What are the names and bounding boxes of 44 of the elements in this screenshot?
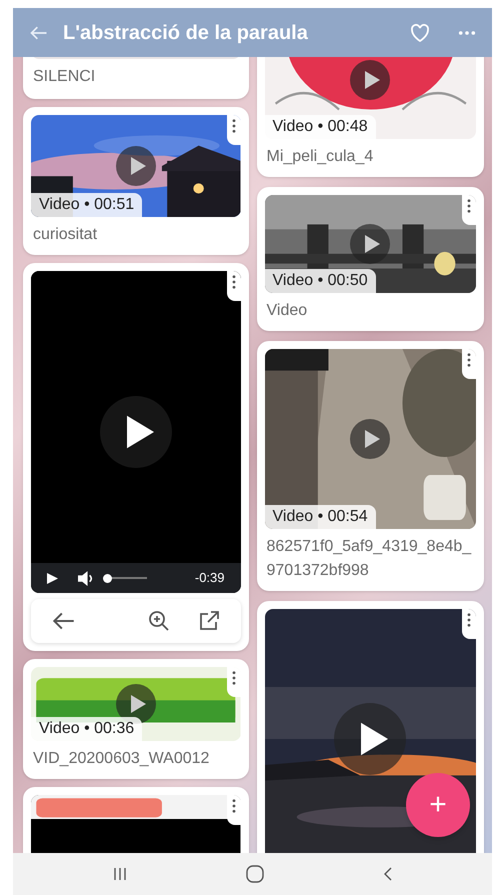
video-duration: Video • 00:54 (264, 505, 376, 529)
more-button[interactable] (462, 195, 476, 225)
video-duration: Video • 00:51 (31, 193, 142, 217)
post-title: Mi_peli_cula_4 (266, 147, 374, 167)
more-icon (232, 119, 236, 133)
post-card[interactable]: Video • 00:54 862571f0_5af9_4319_8e4b_9701372bf998 (256, 341, 484, 591)
post-title: Video (266, 301, 308, 321)
home-icon[interactable] (246, 865, 264, 883)
post-card[interactable]: Video • 00:36 VID_20200603_WA0012 (23, 659, 248, 779)
more-button[interactable] (462, 609, 476, 639)
play-icon[interactable] (116, 146, 156, 186)
more-icon (467, 199, 471, 213)
more-icon (232, 275, 236, 289)
video-duration: Video • 00:48 (264, 115, 376, 139)
recent-apps-icon[interactable] (112, 867, 126, 881)
more-button[interactable] (226, 115, 240, 145)
post-title: 862571f0_5af9_4319_8e4b_9701372bf998 (266, 537, 472, 581)
more-button[interactable] (226, 271, 240, 301)
time-remaining: -0:39 (194, 569, 224, 588)
play-icon[interactable] (100, 396, 172, 468)
back-icon[interactable] (382, 867, 392, 881)
play-icon[interactable] (47, 572, 58, 584)
more-icon (232, 799, 236, 813)
post-title: curiositat (32, 225, 98, 245)
play-icon[interactable] (334, 703, 406, 775)
zoom-in-icon[interactable] (146, 609, 170, 633)
seek-thumb[interactable] (103, 574, 112, 582)
play-icon[interactable] (350, 60, 390, 100)
post-card[interactable]: Video • 00:50 Video (256, 187, 484, 331)
video-duration: Video • 00:36 (31, 717, 142, 741)
more-icon (232, 671, 236, 685)
post-card[interactable]: Video • 00:51 curiositat (23, 107, 248, 255)
post-card[interactable]: Video • 00:48 Mi_peli_cula_4 (256, 57, 484, 177)
seek-slider[interactable] (105, 573, 147, 583)
more-icon (467, 613, 471, 627)
play-icon[interactable] (350, 224, 390, 264)
board-title: L'abstracció de la paraula (63, 20, 308, 46)
more-icon (467, 353, 471, 367)
post-title: SILENCI (32, 67, 96, 87)
post-card[interactable]: SILENCI (23, 57, 248, 99)
video-duration: Video • 00:50 (264, 269, 376, 293)
post-card[interactable]: -0:39 (23, 263, 248, 651)
post-title: VID_20200603_WA0012 (32, 749, 210, 769)
volume-icon[interactable] (78, 570, 95, 586)
